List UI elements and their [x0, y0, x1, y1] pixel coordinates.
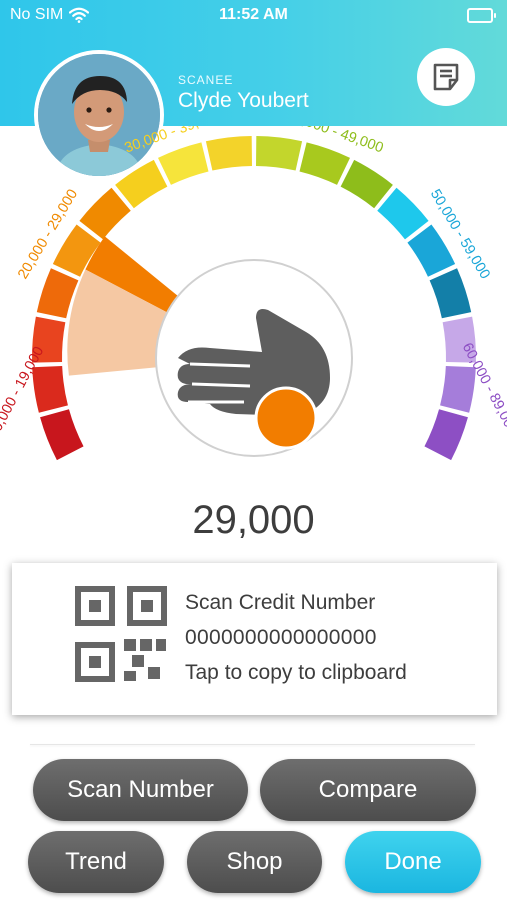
notes-button[interactable]: [417, 48, 475, 106]
gauge-segment: [79, 187, 131, 240]
gauge-segment: [377, 187, 429, 240]
gauge-segment: [299, 142, 351, 185]
trend-button[interactable]: Trend: [28, 831, 164, 893]
credit-value: 29,000: [192, 498, 315, 542]
divider: [30, 744, 475, 745]
status-bar: No SIM 11:52 AM: [0, 0, 507, 30]
gauge-segment: [407, 224, 456, 277]
card-title: Scan Credit Number: [185, 591, 376, 614]
battery-icon: [467, 8, 496, 23]
scanee-name: Clyde Youbert: [178, 89, 309, 112]
gauge-segment: [32, 365, 68, 413]
notes-icon: [433, 63, 459, 91]
scan-credit-card[interactable]: Scan Credit Number 0000000000000000 Tap …: [12, 563, 497, 715]
done-button[interactable]: Done: [345, 831, 481, 893]
scan-number-button[interactable]: Scan Number: [33, 759, 248, 821]
credit-gauge: 10,000 - 19,00020,000 - 29,00030,000 - 3…: [0, 126, 507, 461]
gauge-segment: [205, 136, 252, 171]
gauge-segment: [256, 136, 303, 171]
gauge-segment: [440, 365, 476, 413]
gauge-segment: [340, 159, 393, 209]
compare-button[interactable]: Compare: [260, 759, 476, 821]
scan-dot: [254, 386, 318, 450]
qr-code-icon: [75, 586, 167, 682]
credit-number: 0000000000000000: [185, 626, 377, 649]
gauge-segment: [424, 409, 468, 461]
scanee-label: SCANEE: [178, 73, 234, 87]
gauge-segment: [115, 159, 168, 209]
gauge-segment: [429, 268, 472, 319]
status-time: 11:52 AM: [219, 6, 288, 23]
copy-hint: Tap to copy to clipboard: [185, 661, 407, 684]
shop-button[interactable]: Shop: [187, 831, 322, 893]
gauge-segment: [157, 142, 209, 185]
gauge-segment: [40, 409, 84, 461]
